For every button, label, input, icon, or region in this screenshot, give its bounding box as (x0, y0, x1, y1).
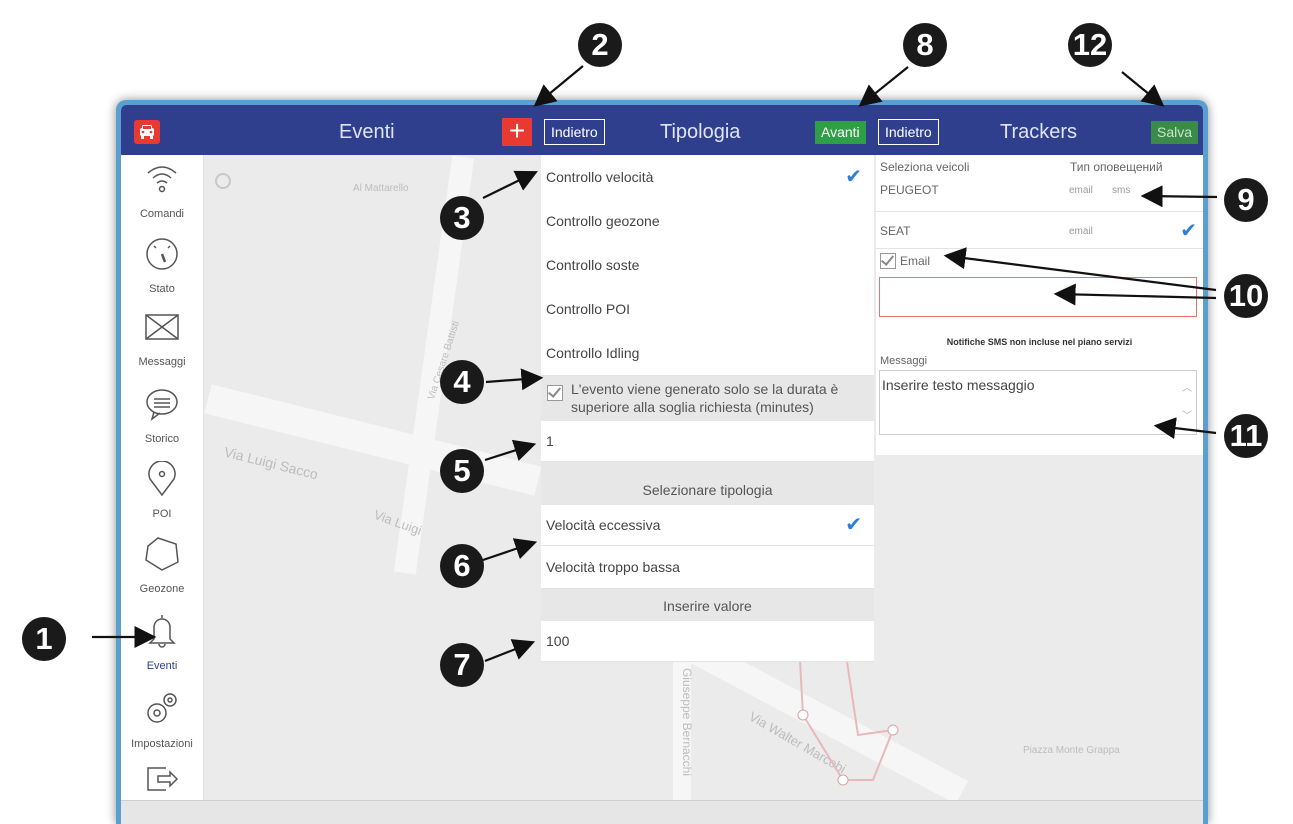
badge-10: 10 (1224, 274, 1268, 318)
badge-6: 6 (440, 544, 484, 588)
badge-1: 1 (22, 617, 66, 661)
badge-12: 12 (1068, 23, 1112, 67)
badge-7: 7 (440, 643, 484, 687)
badge-9: 9 (1224, 178, 1268, 222)
badge-8: 8 (903, 23, 947, 67)
badge-3: 3 (440, 196, 484, 240)
badge-4: 4 (440, 360, 484, 404)
badge-5: 5 (440, 449, 484, 493)
badge-11: 11 (1224, 414, 1268, 458)
badge-2: 2 (578, 23, 622, 67)
annotation-arrows (92, 65, 1218, 663)
